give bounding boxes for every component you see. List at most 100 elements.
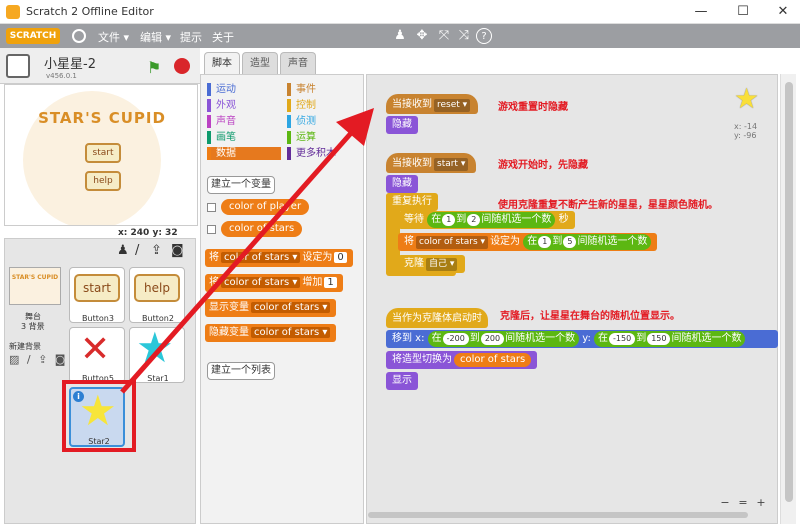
new-backdrop-icons[interactable]: ▨ / ⇪ ◙ <box>9 353 67 366</box>
category-looks[interactable]: 外观 <box>207 99 236 112</box>
when-receive-block[interactable]: 当接收到 start ▾ <box>386 153 477 173</box>
wait-block[interactable]: 等待 在 1 到 2 间随机选一个数 秒 <box>398 211 575 229</box>
hide-block[interactable]: 隐藏 <box>386 116 418 134</box>
menu-edit[interactable]: 编辑 ▾ <box>140 29 171 45</box>
change-variable-block[interactable]: 将 color of stars ▾ 增加 1 <box>205 274 343 292</box>
number-input[interactable]: 2 <box>467 214 481 226</box>
menu-file[interactable]: 文件 ▾ <box>98 29 129 45</box>
category-sensing[interactable]: 侦测 <box>287 115 316 128</box>
clone-block[interactable]: 克隆 自己 ▾ <box>398 255 466 273</box>
var-dropdown[interactable]: color of stars ▾ <box>251 327 331 338</box>
number-input[interactable]: -150 <box>609 333 636 345</box>
menu-tips[interactable]: 提示 <box>180 29 202 45</box>
var-checkbox[interactable] <box>207 203 216 212</box>
project-name[interactable]: 小星星-2 <box>44 53 96 72</box>
script-area[interactable] <box>366 74 778 524</box>
stage-thumbnail[interactable]: STAR'S CUPID <box>9 267 61 305</box>
paint-sprite-icon[interactable]: / <box>135 243 139 258</box>
random-operator[interactable]: 在 -150 到 150 间随机选一个数 <box>594 331 746 347</box>
var-dropdown[interactable]: color of stars ▾ <box>251 302 331 313</box>
var-checkbox[interactable] <box>207 225 216 234</box>
when-receive-block[interactable]: 当接收到 reset ▾ <box>386 94 479 114</box>
var-reporter[interactable]: color of stars <box>454 353 532 367</box>
category-data[interactable]: 数据 <box>207 147 281 160</box>
sprite-button3[interactable]: start Button3 <box>69 267 125 323</box>
vertical-scrollbar[interactable] <box>780 74 796 524</box>
category-operators[interactable]: 运算 <box>287 131 316 144</box>
stop-icon[interactable] <box>174 58 190 74</box>
annotation: 克隆后，让星星在舞台的随机位置显示。 <box>500 311 680 322</box>
sprite-library-icon[interactable]: ♟ <box>117 243 129 258</box>
scroll-thumb[interactable] <box>368 512 748 518</box>
shrink-icon[interactable]: ⤨ <box>456 28 472 44</box>
set-variable-block[interactable]: 将 color of stars ▾ 设定为 0 <box>205 249 353 267</box>
grow-icon[interactable]: ⤧ <box>436 28 452 44</box>
block-text: 等待 <box>404 214 424 225</box>
var-dropdown[interactable]: color of stars ▾ <box>221 277 301 288</box>
category-events[interactable]: 事件 <box>287 83 316 96</box>
tab-scripts[interactable]: 脚本 <box>204 52 240 74</box>
category-motion[interactable]: 运动 <box>207 83 236 96</box>
random-operator[interactable]: 在 1 到 2 间随机选一个数 <box>427 212 556 228</box>
maximize-button[interactable]: ☐ <box>728 2 758 22</box>
make-list-button[interactable]: 建立一个列表 <box>207 362 275 380</box>
make-variable-button[interactable]: 建立一个变量 <box>207 176 275 194</box>
green-flag-icon[interactable]: ⚑ <box>147 58 161 77</box>
sprite-button5[interactable]: ✕ Button5 <box>69 327 125 383</box>
horizontal-scrollbar[interactable] <box>368 510 748 520</box>
message-dropdown[interactable]: start ▾ <box>434 158 469 171</box>
upload-sprite-icon[interactable]: ⇪ <box>151 243 162 258</box>
stage-start-button[interactable]: start <box>85 143 121 163</box>
minimize-button[interactable]: — <box>686 2 716 22</box>
category-control[interactable]: 控制 <box>287 99 316 112</box>
number-input[interactable]: 5 <box>563 236 577 248</box>
number-input[interactable]: 200 <box>480 333 505 345</box>
zoom-in-icon[interactable]: + <box>754 496 768 509</box>
close-button[interactable]: ✕ <box>768 2 798 22</box>
sprite-button2[interactable]: help Button2 <box>129 267 185 323</box>
number-input[interactable]: 1 <box>442 214 456 226</box>
forever-block[interactable]: 重复执行 <box>386 193 438 211</box>
duplicate-icon[interactable]: ♟ <box>392 28 408 44</box>
show-variable-block[interactable]: 显示变量 color of stars ▾ <box>205 299 337 317</box>
hide-block[interactable]: 隐藏 <box>386 175 418 193</box>
stage-help-button[interactable]: help <box>85 171 121 191</box>
delete-icon[interactable]: ✥ <box>414 28 430 44</box>
message-dropdown[interactable]: reset ▾ <box>434 99 471 112</box>
number-input[interactable]: -200 <box>442 333 469 345</box>
when-clone-start-block[interactable]: 当作为克隆体启动时 <box>386 308 488 328</box>
help-icon[interactable]: ? <box>476 28 492 44</box>
number-input[interactable]: 150 <box>647 333 671 345</box>
tab-sounds[interactable]: 声音 <box>280 52 316 74</box>
value-input[interactable]: 1 <box>324 277 337 288</box>
clone-target-dropdown[interactable]: 自己 ▾ <box>426 258 458 271</box>
tab-costumes[interactable]: 造型 <box>242 52 278 74</box>
show-block[interactable]: 显示 <box>386 372 418 390</box>
camera-sprite-icon[interactable]: ◙ <box>171 243 184 258</box>
var-dropdown[interactable]: color of stars ▾ <box>416 236 489 249</box>
zoom-out-icon[interactable]: − <box>718 496 732 509</box>
stage-title: STAR'S CUPID <box>38 109 166 127</box>
sprite-star1[interactable]: ★ Star1 <box>129 327 185 383</box>
set-variable-block[interactable]: 将 color of stars ▾ 设定为 在 1 到 5 间随机选一个数 <box>398 233 658 251</box>
menu-about[interactable]: 关于 <box>212 29 234 45</box>
switch-costume-block[interactable]: 将造型切换为 color of stars <box>386 351 538 369</box>
number-input[interactable]: 1 <box>538 236 552 248</box>
hide-variable-block[interactable]: 隐藏变量 color of stars ▾ <box>205 324 337 342</box>
random-operator[interactable]: 在 1 到 5 间随机选一个数 <box>523 234 652 250</box>
stage[interactable]: STAR'S CUPID start help <box>4 84 198 226</box>
value-input[interactable]: 0 <box>334 252 347 263</box>
random-operator[interactable]: 在 -200 到 200 间随机选一个数 <box>427 331 580 347</box>
var-dropdown[interactable]: color of stars ▾ <box>221 252 301 263</box>
scroll-thumb[interactable] <box>785 82 793 502</box>
scratch-logo[interactable]: SCRATCH <box>6 28 60 44</box>
var-color-of-player[interactable]: color of player <box>221 199 310 215</box>
category-sound[interactable]: 声音 <box>207 115 236 128</box>
globe-icon[interactable] <box>72 29 86 43</box>
zoom-reset-icon[interactable]: = <box>736 496 750 509</box>
category-pen[interactable]: 画笔 <box>207 131 236 144</box>
var-color-of-stars[interactable]: color of stars <box>221 221 303 237</box>
category-more-blocks[interactable]: 更多积木 <box>287 147 336 160</box>
presentation-mode-button[interactable] <box>6 54 30 78</box>
goto-xy-block[interactable]: 移到 x: 在 -200 到 200 间随机选一个数 y: 在 -150 到 150 间随机选一… <box>386 330 778 348</box>
